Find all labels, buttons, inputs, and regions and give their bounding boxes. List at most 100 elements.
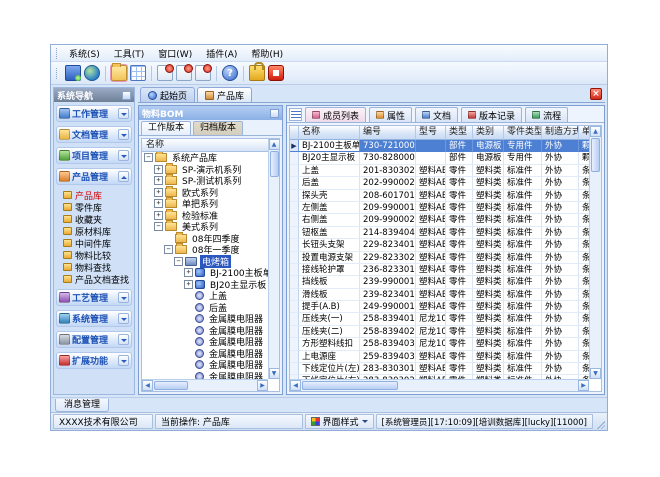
sidebar-item-中间件库[interactable]: 中间件库 [56,237,132,249]
table-row[interactable]: 接线轮护罩236-823301-00I塑料ABS零件塑料类标准件外协条 [290,264,589,276]
sidebar-group-工艺管理[interactable]: 工艺管理 [56,289,132,306]
table-row[interactable]: 上盖201-830302-00I塑料ABS零件塑料类标准件外协条 [290,165,589,177]
scroll-left-icon[interactable]: ◀ [290,380,301,391]
expand-icon[interactable]: + [184,280,193,289]
scroll-down-icon[interactable]: ▼ [269,368,280,379]
scroll-up-icon[interactable]: ▲ [590,126,601,137]
sidebar-group-文档管理[interactable]: 文档管理 [56,126,132,143]
scroll-thumb[interactable] [154,381,188,390]
tab-文档[interactable]: 文档 [415,107,458,122]
table-row[interactable]: 滑线板239-823401-00I塑料ABS零件塑料类标准件外协条 [290,289,589,301]
tab-message-manager[interactable]: 消息管理 [55,399,109,412]
sidebar-item-物料查找[interactable]: 物料查找 [56,261,132,273]
tab-起始页[interactable]: 起始页 [140,87,195,102]
chevron-down-icon[interactable] [118,108,129,119]
ui-style-selector[interactable]: 界面样式 [305,414,374,429]
collapse-icon[interactable]: − [174,257,183,266]
doc-edit-icon[interactable] [176,65,192,81]
folder-icon[interactable] [111,65,127,81]
tab-属性[interactable]: 属性 [369,107,412,122]
collapse-icon[interactable]: − [144,153,153,162]
table-row[interactable]: 压线夹(二)258-839402-00I尼龙1010零件塑料类标准件外协条 [290,326,589,338]
tab-版本记录[interactable]: 版本记录 [461,107,522,122]
scroll-right-icon[interactable]: ▶ [578,380,589,391]
table-row[interactable]: 后盖202-990002-01I塑料ABS零件塑料类标准件外协条 [290,177,589,189]
column-header-型号[interactable]: 型号 [416,126,446,140]
table-row[interactable]: 投置电源支架229-823302-00I塑料ABS零件塑料类标准件外协条 [290,252,589,264]
tree-node[interactable]: 金属膜电阻器 [142,371,268,380]
table-row[interactable]: BJ20主显示板730-828000-04I部件电源板专用件外协颗 [290,152,589,164]
collapse-icon[interactable]: − [154,222,163,231]
table-row[interactable]: 提手(A.B)249-990001-01I塑料ABS零件塑料类标准件外协条 [290,301,589,313]
column-header-类型[interactable]: 类型 [446,126,473,140]
member-list-view-icon[interactable] [289,108,302,121]
tree-node[interactable]: 上盖 [142,290,268,302]
menu-gripper[interactable] [56,48,59,59]
tab-工作版本[interactable]: 工作版本 [141,121,191,135]
expand-icon[interactable]: + [154,165,163,174]
table-row[interactable]: ▶BJ-2100主板单点730-721000-12I部件电源板专用件外协颗 [290,140,589,152]
chevron-up-icon[interactable] [118,171,129,182]
table-row[interactable]: 方形塑料线扣258-839403-00I尼龙1010零件塑料类标准件外协条 [290,338,589,350]
close-icon[interactable]: × [590,88,602,100]
table-row[interactable]: 压线夹(一)258-839401-00I尼龙1010零件塑料类标准件外协条 [290,313,589,325]
table-row[interactable]: 长钮头支架229-823401-00I塑料ABS零件塑料类标准件外协条 [290,239,589,251]
tab-归档版本[interactable]: 归档版本 [193,121,243,135]
chevron-down-icon[interactable] [118,313,129,324]
column-header-制造方式[interactable]: 制造方式 [542,126,579,140]
scroll-right-icon[interactable]: ▶ [257,380,268,391]
column-header-名称[interactable]: 名称 [299,126,360,140]
menu-item[interactable]: 帮助(H) [244,46,290,61]
scroll-thumb[interactable] [302,381,398,390]
scroll-left-icon[interactable]: ◀ [142,380,153,391]
chevron-down-icon[interactable] [118,150,129,161]
sidebar-item-物料比较[interactable]: 物料比较 [56,249,132,261]
sidebar-item-产品库[interactable]: 产品库 [56,189,132,201]
menu-item[interactable]: 工具(T) [107,46,152,61]
chevron-down-icon[interactable] [118,292,129,303]
tab-产品库[interactable]: 产品库 [197,87,252,102]
sidebar-item-产品文档查找[interactable]: 产品文档查找 [56,273,132,285]
table-vertical-scrollbar[interactable]: ▲ ▼ [589,126,601,379]
doc-new-icon[interactable] [157,65,173,81]
tree-node[interactable]: +BJ20主显示板 [142,279,268,291]
expand-icon[interactable]: + [184,268,193,277]
expand-icon[interactable]: + [154,199,163,208]
resize-grip[interactable] [595,414,605,429]
sidebar-group-产品管理[interactable]: 产品管理 [56,168,132,185]
table-row[interactable]: 下线定位片(左)283-830301-00I塑料ABS零件塑料类标准件外协条 [290,363,589,375]
tree-horizontal-scrollbar[interactable]: ◀ ▶ [142,379,268,391]
sidebar-group-项目管理[interactable]: 项目管理 [56,147,132,164]
expand-icon[interactable]: + [154,188,163,197]
chevron-down-icon[interactable] [118,355,129,366]
scroll-down-icon[interactable]: ▼ [590,368,601,379]
scroll-up-icon[interactable]: ▲ [269,139,280,150]
expand-icon[interactable]: + [154,176,163,185]
expand-icon[interactable]: + [154,211,163,220]
menu-item[interactable]: 窗口(W) [151,46,199,61]
sidebar-pin-icon[interactable] [122,91,131,100]
column-header-零件类型[interactable]: 零件类型 [504,126,542,140]
scroll-thumb[interactable] [591,138,600,172]
table-horizontal-scrollbar[interactable]: ◀ ▶ [290,379,589,391]
exit-icon[interactable] [268,65,284,81]
chevron-down-icon[interactable] [118,334,129,345]
column-header-编号[interactable]: 编号 [360,126,416,140]
table-row[interactable]: 挡线板239-990001-01I塑料ABS零件塑料类标准件外协条 [290,276,589,288]
menu-item[interactable]: 系统(S) [62,46,107,61]
toolbar-gripper[interactable] [56,68,59,79]
table-row[interactable]: 右侧盖209-990002-01I塑料ABS零件塑料类标准件外协条 [290,214,589,226]
table-row[interactable]: 左侧盖209-990001-01I塑料ABS零件塑料类标准件外协条 [290,202,589,214]
scroll-thumb[interactable] [270,151,279,177]
table-row[interactable]: 钮枢盖214-839404-01I塑料ABS零件塑料类标准件外协条 [290,227,589,239]
sidebar-group-配置管理[interactable]: 配置管理 [56,331,132,348]
bom-panel-menu-icon[interactable] [270,109,279,118]
table-row[interactable]: 上电源座259-839403-00I塑料ABS零件塑料类标准件外协条 [290,351,589,363]
tab-流程[interactable]: 流程 [525,107,568,122]
sidebar-item-原材料库[interactable]: 原材料库 [56,225,132,237]
doc-delete-icon[interactable] [195,65,211,81]
chevron-down-icon[interactable] [118,129,129,140]
workspace-icon[interactable] [65,65,81,81]
lock-icon[interactable] [249,65,265,81]
collapse-icon[interactable]: − [164,245,173,254]
